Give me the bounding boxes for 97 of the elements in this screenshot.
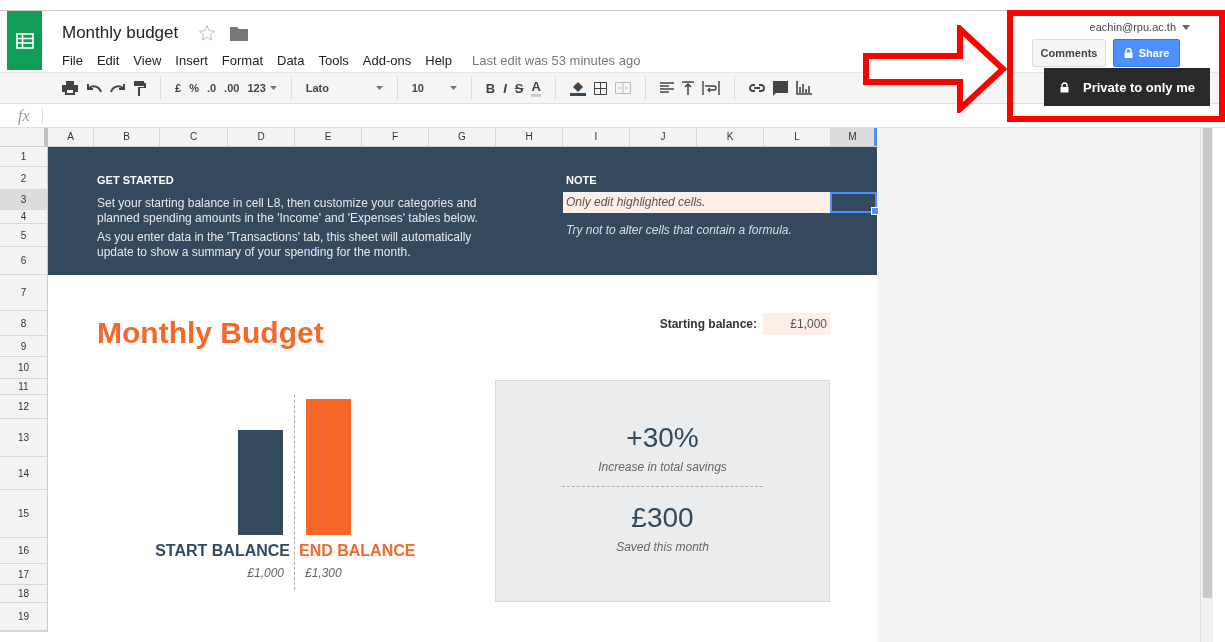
percent-format-button[interactable]: % (189, 82, 199, 94)
document-title[interactable]: Monthly budget (62, 23, 179, 43)
italic-button[interactable]: I (503, 80, 507, 96)
column-header[interactable]: C (160, 128, 228, 146)
budget-title: Monthly Budget (97, 315, 324, 351)
summary-caption: Saved this month (616, 540, 709, 554)
row-header[interactable]: 2 (0, 167, 48, 190)
row-header[interactable]: 4 (0, 210, 48, 224)
row-header[interactable]: 17 (0, 564, 48, 585)
column-header[interactable]: D (228, 128, 295, 146)
bold-button[interactable]: B (485, 80, 496, 96)
menu-item[interactable]: Insert (175, 53, 208, 68)
section-heading: NOTE (566, 173, 598, 187)
instruction-paragraph: As you enter data in the 'Transactions' tab, this sheet will automatically update to show a summary of your spending for the month. (97, 230, 473, 260)
increase-decimals-button[interactable]: .00 (224, 82, 240, 94)
start-balance-label: START BALANCE (155, 541, 290, 561)
menu-item[interactable]: File (62, 53, 83, 68)
note-text: Try not to alter cells that contain a formula. (566, 223, 793, 237)
instruction-paragraph: Set your starting balance in cell L8, then customize your categories and planned spending amounts in the 'Income' and 'Expenses' tables below. (97, 196, 479, 226)
menu-item[interactable]: Tools (318, 53, 349, 68)
note-cell[interactable]: Only edit highlighted cells. (563, 192, 830, 213)
caret-icon[interactable] (449, 86, 457, 90)
row-header[interactable]: 16 (0, 538, 48, 564)
font-size-dropdown[interactable]: 10 (411, 82, 446, 94)
row-header[interactable]: 18 (0, 585, 48, 603)
merge-cells-icon[interactable] (614, 82, 631, 94)
text-color-button[interactable]: A (531, 79, 541, 97)
row-header[interactable]: 1 (0, 147, 48, 167)
currency-format-button[interactable]: £ (175, 82, 182, 94)
column-header[interactable]: I (563, 128, 630, 146)
summary-caption: Increase in total savings (598, 460, 727, 474)
summary-value: £300 (631, 501, 694, 535)
link-icon[interactable] (748, 84, 765, 92)
row-header[interactable]: 14 (0, 457, 48, 490)
align-top-icon[interactable] (681, 81, 694, 95)
row-header[interactable]: 10 (0, 357, 48, 379)
row-header[interactable]: 15 (0, 490, 48, 538)
row-header[interactable]: 3 (0, 190, 48, 210)
column-header[interactable]: K (697, 128, 764, 146)
undo-icon[interactable] (86, 83, 102, 93)
scrollbar-thumb[interactable] (1202, 128, 1212, 598)
redo-icon[interactable] (110, 83, 126, 93)
borders-icon[interactable] (593, 81, 607, 95)
summary-value: +30% (626, 421, 699, 455)
column-header[interactable]: J (630, 128, 697, 146)
lock-icon (1123, 48, 1133, 58)
menu-item[interactable]: Edit (96, 53, 120, 68)
row-header[interactable]: 12 (0, 395, 48, 419)
column-header[interactable]: B (94, 128, 160, 146)
strikethrough-button[interactable]: S (514, 80, 524, 96)
caret-icon[interactable] (375, 86, 383, 90)
row-header[interactable]: 9 (0, 336, 48, 357)
folder-icon[interactable] (230, 25, 249, 41)
decrease-decimals-button[interactable]: .0 (206, 82, 217, 94)
menu-item[interactable]: Add-ons (362, 53, 412, 68)
menu-item[interactable]: Help (425, 53, 452, 68)
section-heading: GET STARTED (97, 173, 175, 187)
start-balance-value: £1,000 (246, 565, 285, 582)
last-edit-link[interactable]: Last edit was 53 minutes ago (472, 53, 641, 68)
chart-icon[interactable] (795, 81, 812, 95)
menu-item[interactable]: Data (277, 53, 305, 68)
sharing-tooltip: Private to only me (1044, 68, 1210, 106)
end-balance-label: END BALANCE (299, 541, 416, 561)
menu-item[interactable]: Format (221, 53, 263, 68)
sheets-logo-icon[interactable] (7, 11, 42, 70)
caret-icon[interactable] (269, 86, 277, 90)
row-header[interactable]: 8 (0, 311, 48, 336)
lock-icon (1060, 81, 1069, 93)
column-header[interactable]: M (831, 128, 877, 146)
column-header[interactable]: A (48, 128, 94, 146)
account-email[interactable]: eachin@rpu.ac.th (1089, 21, 1176, 33)
print-icon[interactable] (62, 81, 78, 95)
comments-button[interactable]: Comments (1032, 39, 1106, 67)
align-left-icon[interactable] (659, 82, 674, 94)
font-dropdown[interactable]: Lato (305, 82, 372, 94)
more-formats-button[interactable]: 123 (247, 82, 266, 94)
starting-balance-cell[interactable]: £1,000 (763, 313, 830, 335)
column-header[interactable]: G (429, 128, 496, 146)
star-icon[interactable] (198, 24, 217, 42)
row-header[interactable]: 13 (0, 419, 48, 457)
row-header[interactable]: 7 (0, 275, 48, 311)
end-balance-value: £1,300 (304, 565, 343, 582)
column-header[interactable]: F (362, 128, 429, 146)
row-header[interactable]: 19 (0, 603, 48, 631)
caret-icon[interactable] (1182, 24, 1190, 30)
fill-color-icon[interactable] (569, 80, 586, 96)
formula-icon: fx (18, 106, 30, 125)
text-wrap-icon[interactable] (701, 81, 720, 95)
starting-balance-label: Starting balance: (659, 317, 757, 331)
comment-icon[interactable] (772, 80, 788, 96)
paint-format-icon[interactable] (134, 80, 146, 96)
row-header[interactable]: 5 (0, 224, 48, 247)
menu-item[interactable]: View (133, 53, 162, 68)
row-header[interactable]: 11 (0, 379, 48, 395)
column-header[interactable]: E (295, 128, 362, 146)
row-header[interactable]: 6 (0, 247, 48, 275)
column-header[interactable]: H (496, 128, 563, 146)
